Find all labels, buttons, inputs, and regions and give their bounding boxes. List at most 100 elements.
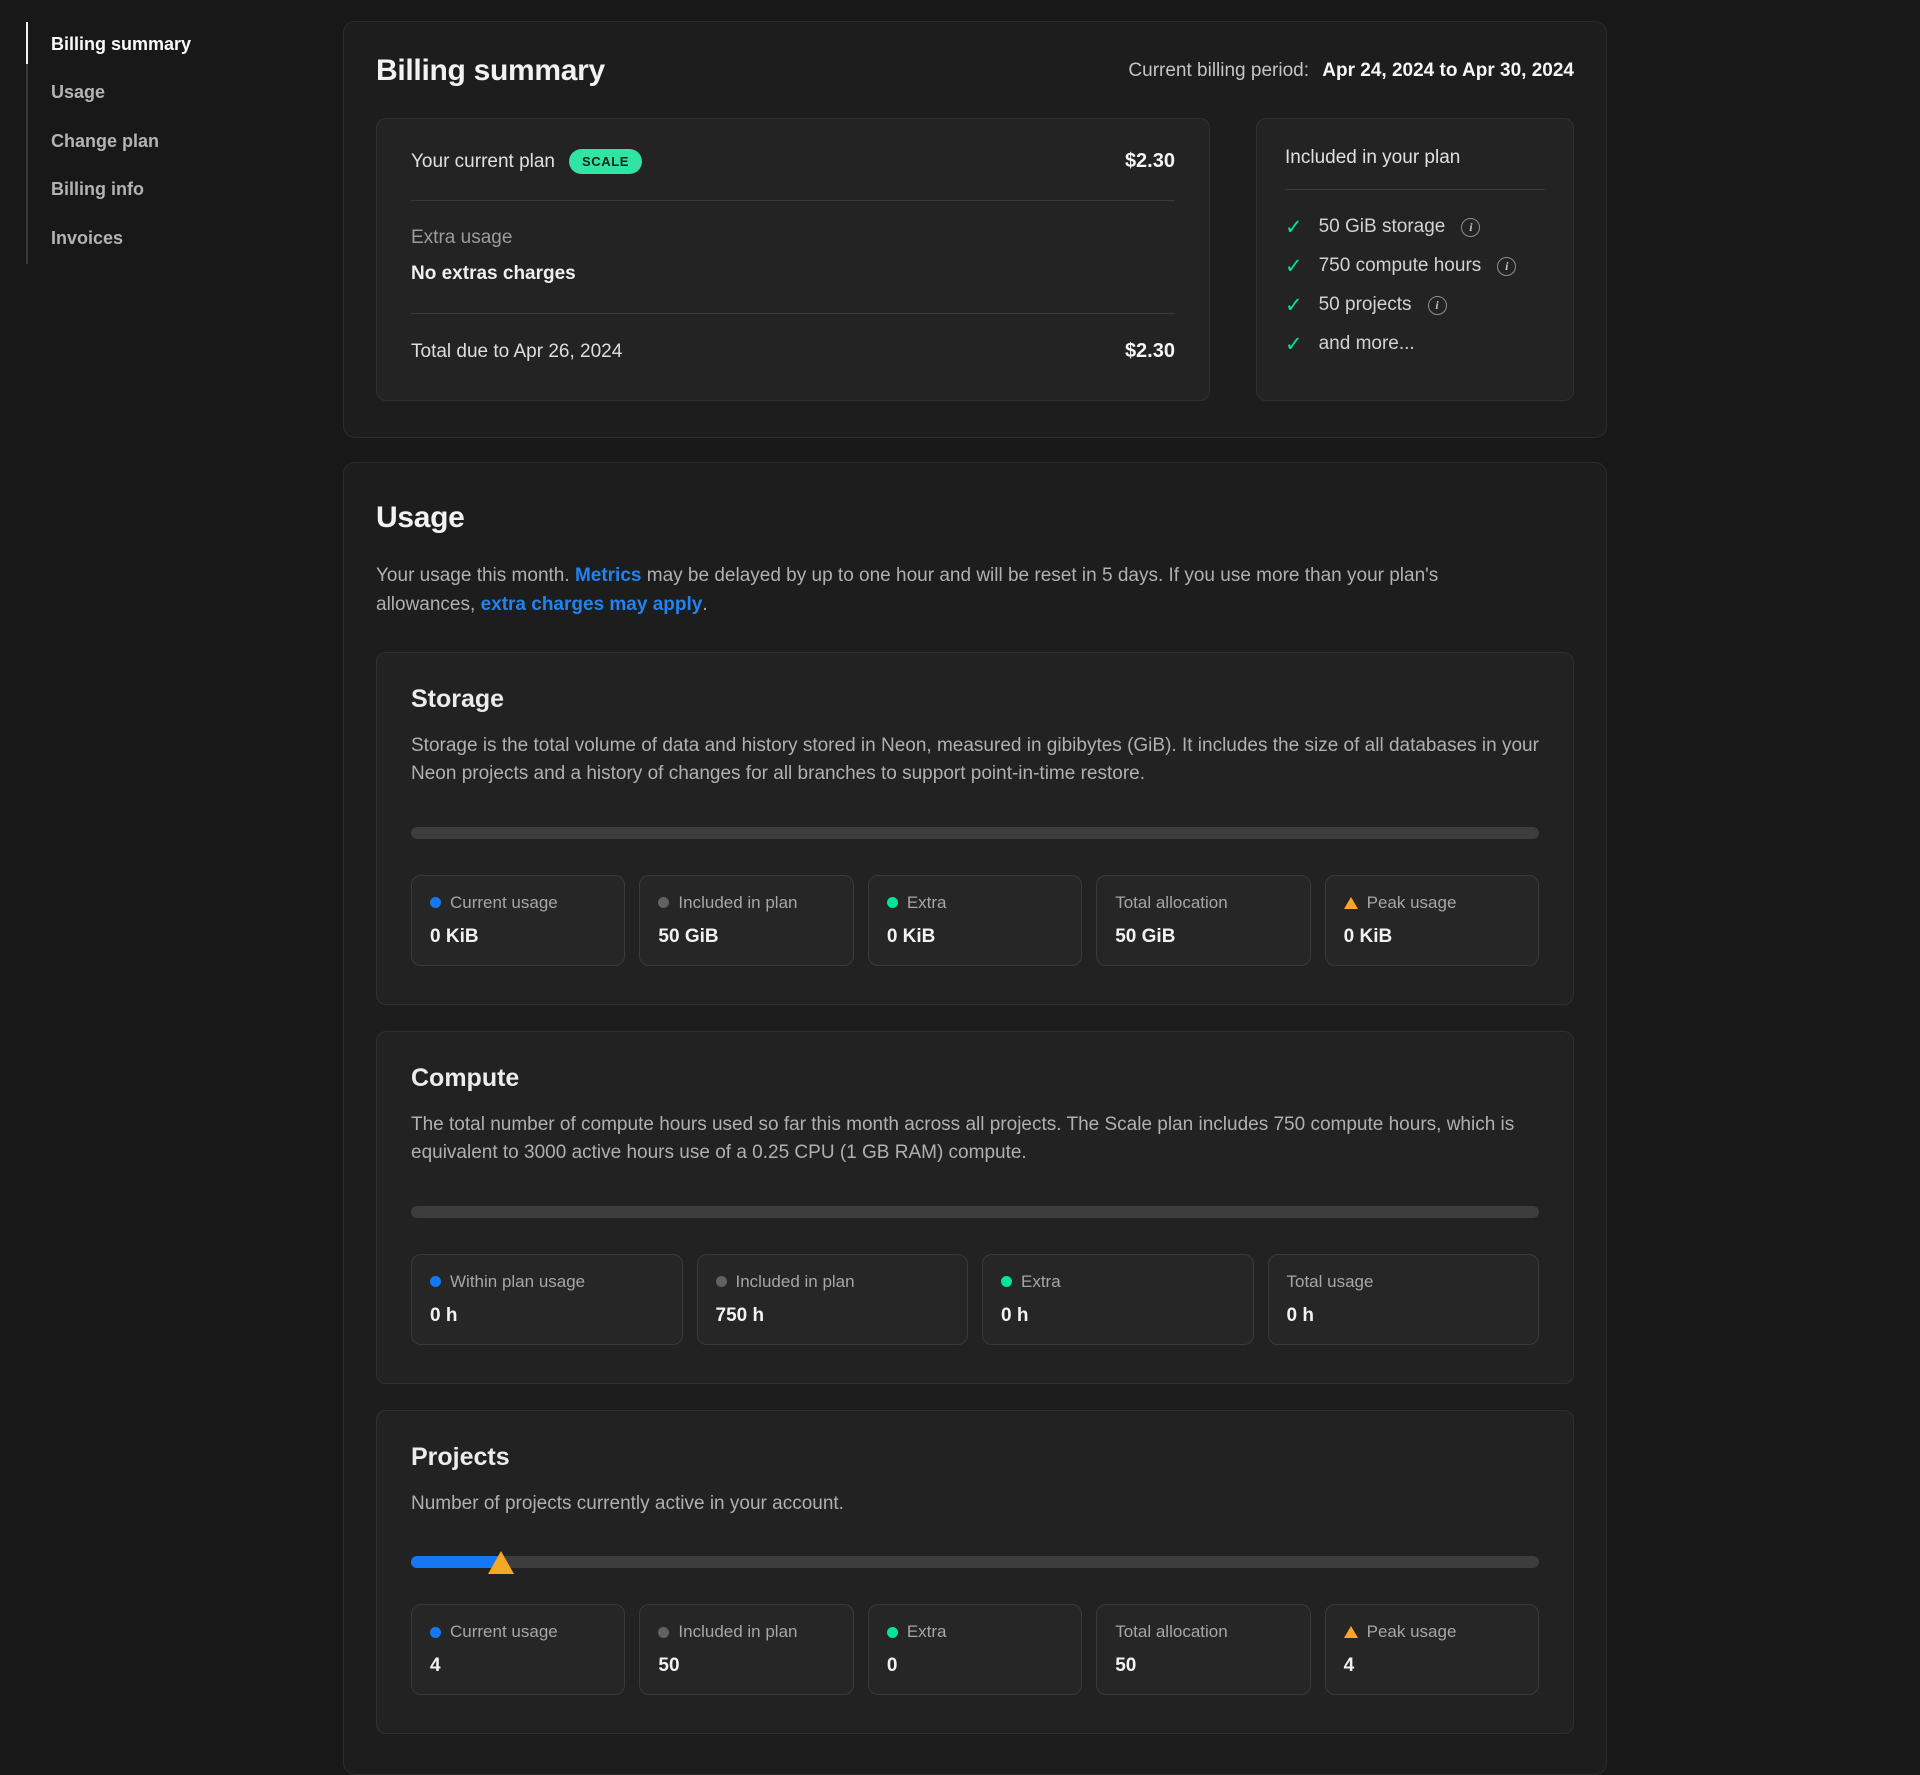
usage-description: Your usage this month. Metrics may be de… [376, 561, 1541, 620]
included-plan-dot-icon [658, 897, 669, 908]
stat-box: Included in plan 50 [639, 1604, 853, 1695]
stat-box: Included in plan 50 GiB [639, 875, 853, 966]
stat-value: 0 [887, 1655, 1063, 1677]
sidebar-item-billing-summary[interactable]: Billing summary [51, 20, 316, 69]
projects-title: Projects [411, 1443, 1539, 1472]
included-in-plan-card: Included in your plan ✓ 50 GiB storage i… [1256, 118, 1574, 401]
sidebar-item-usage[interactable]: Usage [51, 69, 316, 118]
check-icon: ✓ [1285, 334, 1303, 355]
stat-label: Extra [907, 893, 947, 913]
extra-usage-value: No extras charges [411, 263, 1175, 285]
stat-box: Within plan usage 0 h [411, 1254, 683, 1345]
current-plan-card: Your current plan SCALE $2.30 Extra usag… [376, 118, 1210, 401]
compute-section: Compute The total number of compute hour… [376, 1031, 1574, 1384]
included-item: ✓ 750 compute hours i [1285, 255, 1545, 277]
stat-value: 0 KiB [430, 926, 606, 948]
stat-value: 0 h [1287, 1305, 1521, 1327]
storage-title: Storage [411, 685, 1539, 714]
included-item-label: and more... [1319, 333, 1415, 355]
included-item: ✓ 50 projects i [1285, 294, 1545, 316]
projects-description: Number of projects currently active in y… [411, 1490, 1539, 1519]
peak-usage-marker-icon [488, 1551, 514, 1574]
info-icon[interactable]: i [1428, 296, 1447, 315]
stat-value: 750 h [716, 1305, 950, 1327]
current-usage-dot-icon [430, 897, 441, 908]
extra-charges-link[interactable]: extra charges may apply [481, 594, 703, 615]
info-icon[interactable]: i [1497, 257, 1516, 276]
usage-desc-text: Your usage this month. [376, 565, 575, 586]
stat-label: Included in plan [736, 1272, 855, 1292]
peak-usage-triangle-icon [1344, 1626, 1358, 1638]
stat-box: Total usage 0 h [1268, 1254, 1540, 1345]
sidebar-item-change-plan[interactable]: Change plan [51, 117, 316, 166]
stat-box: Current usage 0 KiB [411, 875, 625, 966]
page-title: Billing summary [376, 54, 605, 88]
extra-dot-icon [887, 897, 898, 908]
total-due-amount: $2.30 [1125, 340, 1175, 363]
stat-value: 0 h [430, 1305, 664, 1327]
stat-box: Peak usage 0 KiB [1325, 875, 1539, 966]
stat-label: Peak usage [1367, 893, 1457, 913]
compute-description: The total number of compute hours used s… [411, 1111, 1539, 1168]
usage-desc-text: . [702, 594, 707, 615]
stat-value: 4 [430, 1655, 606, 1677]
sidebar-item-billing-info[interactable]: Billing info [51, 166, 316, 215]
current-plan-label: Your current plan [411, 151, 555, 173]
stat-box: Total allocation 50 [1096, 1604, 1310, 1695]
stat-label: Peak usage [1367, 1622, 1457, 1642]
compute-progress-bar [411, 1206, 1539, 1218]
billing-sidebar: Billing summary Usage Change plan Billin… [26, 20, 316, 263]
extra-dot-icon [887, 1627, 898, 1638]
stat-label: Extra [1021, 1272, 1061, 1292]
stat-value: 50 GiB [1115, 926, 1291, 948]
usage-title: Usage [376, 501, 1574, 535]
sidebar-item-invoices[interactable]: Invoices [51, 214, 316, 263]
billing-period-value: Apr 24, 2024 to Apr 30, 2024 [1322, 60, 1574, 81]
extra-usage-label: Extra usage [411, 227, 1175, 249]
stat-box: Extra 0 KiB [868, 875, 1082, 966]
sidebar-active-indicator [26, 22, 28, 64]
projects-progress-bar [411, 1556, 1539, 1568]
stat-label: Current usage [450, 1622, 558, 1642]
check-icon: ✓ [1285, 217, 1303, 238]
total-due-label: Total due to Apr 26, 2024 [411, 341, 622, 363]
included-item-label: 750 compute hours [1319, 255, 1482, 277]
stat-label: Included in plan [678, 893, 797, 913]
extra-dot-icon [1001, 1276, 1012, 1287]
included-item: ✓ 50 GiB storage i [1285, 216, 1545, 238]
stat-value: 0 KiB [1344, 926, 1520, 948]
stat-label: Total usage [1287, 1272, 1374, 1292]
included-plan-dot-icon [716, 1276, 727, 1287]
included-title: Included in your plan [1285, 147, 1545, 190]
peak-usage-triangle-icon [1344, 897, 1358, 909]
stat-value: 0 KiB [887, 926, 1063, 948]
stat-value: 4 [1344, 1655, 1520, 1677]
projects-section: Projects Number of projects currently ac… [376, 1410, 1574, 1735]
stat-label: Extra [907, 1622, 947, 1642]
stat-box: Total allocation 50 GiB [1096, 875, 1310, 966]
stat-box: Extra 0 h [982, 1254, 1254, 1345]
billing-period: Current billing period: Apr 24, 2024 to … [1128, 60, 1574, 82]
stat-box: Peak usage 4 [1325, 1604, 1539, 1695]
metrics-link[interactable]: Metrics [575, 565, 642, 586]
included-plan-dot-icon [658, 1627, 669, 1638]
stat-label: Included in plan [678, 1622, 797, 1642]
current-usage-dot-icon [430, 1627, 441, 1638]
included-item: ✓ and more... [1285, 333, 1545, 355]
main-content: Billing summary Current billing period: … [343, 21, 1607, 1775]
storage-progress-bar [411, 827, 1539, 839]
storage-description: Storage is the total volume of data and … [411, 732, 1539, 789]
stat-value: 50 [658, 1655, 834, 1677]
billing-summary-card: Billing summary Current billing period: … [343, 21, 1607, 438]
stat-label: Total allocation [1115, 893, 1227, 913]
included-item-label: 50 GiB storage [1319, 216, 1446, 238]
stat-box: Extra 0 [868, 1604, 1082, 1695]
info-icon[interactable]: i [1461, 218, 1480, 237]
storage-section: Storage Storage is the total volume of d… [376, 652, 1574, 1005]
stat-value: 50 [1115, 1655, 1291, 1677]
stat-box: Current usage 4 [411, 1604, 625, 1695]
stat-label: Current usage [450, 893, 558, 913]
included-item-label: 50 projects [1319, 294, 1412, 316]
stat-box: Included in plan 750 h [697, 1254, 969, 1345]
compute-title: Compute [411, 1064, 1539, 1093]
